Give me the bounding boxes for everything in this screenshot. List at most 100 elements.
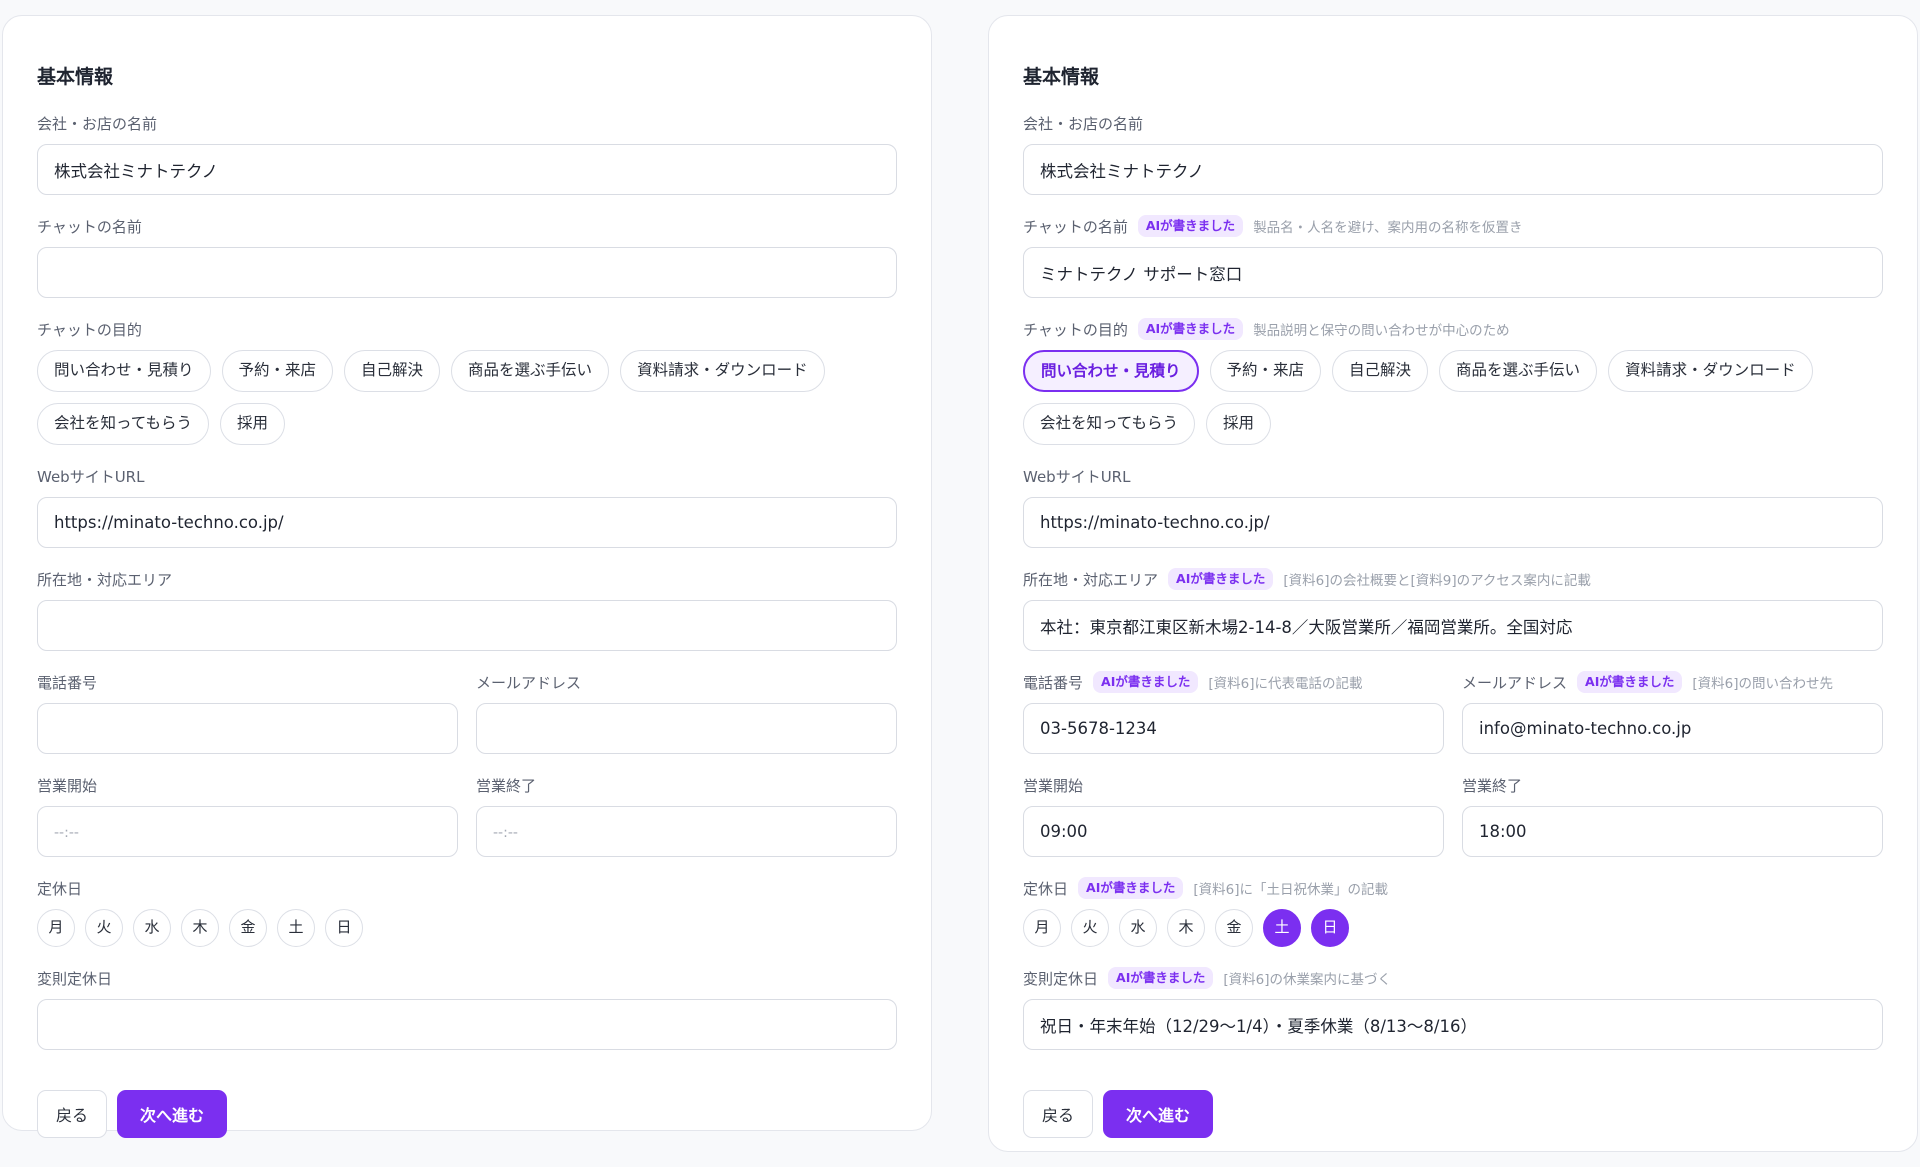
location-label: 所在地・対応エリア — [1023, 570, 1159, 589]
open-time-input[interactable] — [37, 806, 458, 857]
irregular-holidays-label: 変則定休日 — [1023, 969, 1099, 988]
ai-written-badge: AIが書きました — [1137, 318, 1244, 340]
purpose-chip[interactable]: 問い合わせ・見積り — [37, 350, 211, 392]
holiday-days: 月火水木金土日 — [1023, 909, 1883, 947]
purpose-chip[interactable]: 資料請求・ダウンロード — [1608, 350, 1813, 392]
purpose-chip[interactable]: 商品を選ぶ手伝い — [451, 350, 610, 392]
close-time-input[interactable] — [476, 806, 897, 857]
basic-info-form-ai-filled: 基本情報 会社・お店の名前 チャットの名前 AIが書きました 製品名・人名を避け… — [988, 15, 1918, 1152]
email-input[interactable] — [1462, 703, 1883, 754]
chat-name-label: チャットの名前 — [37, 217, 142, 236]
holiday-days: 月火水木金土日 — [37, 909, 897, 947]
holidays-field: 定休日 月火水木金土日 — [37, 876, 897, 947]
location-label: 所在地・対応エリア — [37, 570, 173, 589]
ai-written-badge: AIが書きました — [1093, 671, 1199, 693]
close-time-input[interactable] — [1462, 806, 1883, 857]
irregular-holidays-field: 変則定休日 AIが書きました [資料6]の休業案内に基づく — [1023, 966, 1883, 1050]
day-toggle[interactable]: 金 — [1215, 909, 1253, 947]
ai-note: [資料6]の会社概要と[資料9]のアクセス案内に記載 — [1283, 573, 1591, 589]
chat-name-field: チャットの名前 AIが書きました 製品名・人名を避け、案内用の名称を仮置き — [1023, 214, 1883, 298]
close-time-field: 営業終了 — [476, 773, 897, 857]
purpose-chip[interactable]: 採用 — [1205, 403, 1271, 445]
website-field: WebサイトURL — [37, 464, 897, 548]
location-input[interactable] — [37, 600, 897, 651]
day-toggle[interactable]: 月 — [37, 909, 75, 947]
chat-name-input[interactable] — [1023, 247, 1883, 298]
irregular-holidays-input[interactable] — [37, 999, 897, 1050]
form-actions: 戻る 次へ進む — [1023, 1090, 1883, 1138]
email-field: メールアドレス AIが書きました [資料6]の問い合わせ先 — [1462, 670, 1883, 754]
purpose-chip[interactable]: 商品を選ぶ手伝い — [1439, 350, 1598, 392]
purpose-chips: 問い合わせ・見積り 予約・来店 自己解決 商品を選ぶ手伝い 資料請求・ダウンロード会社を… — [37, 350, 897, 445]
location-field: 所在地・対応エリア AIが書きました [資料6]の会社概要と[資料9]のアクセス… — [1023, 567, 1883, 651]
email-label: メールアドレス — [1462, 673, 1568, 692]
phone-field: 電話番号 AIが書きました [資料6]に代表電話の記載 — [1023, 670, 1444, 754]
day-toggle[interactable]: 土 — [277, 909, 315, 947]
email-input[interactable] — [476, 703, 897, 754]
chat-name-label: チャットの名前 — [1023, 217, 1128, 236]
purpose-chip[interactable]: 採用 — [219, 403, 285, 445]
purpose-chip[interactable]: 問い合わせ・見積り — [1023, 350, 1199, 392]
holidays-field: 定休日 AIが書きました [資料6]に「土日祝休業」の記載 月火水木金土日 — [1023, 876, 1883, 947]
ai-written-badge: AIが書きました — [1078, 877, 1184, 899]
phone-label: 電話番号 — [37, 673, 98, 692]
close-time-field: 営業終了 — [1462, 773, 1883, 857]
phone-input[interactable] — [1023, 703, 1444, 754]
location-input[interactable] — [1023, 600, 1883, 651]
day-toggle[interactable]: 火 — [1071, 909, 1109, 947]
ai-note: [資料6]の休業案内に基づく — [1223, 972, 1391, 988]
company-input[interactable] — [1023, 144, 1883, 195]
basic-info-form-empty: 基本情報 会社・お店の名前 チャットの名前 チャットの目的 問い合わせ・見積り予… — [2, 15, 932, 1138]
purpose-chip[interactable]: 予約・来店 — [221, 350, 334, 392]
day-toggle[interactable]: 木 — [181, 909, 219, 947]
phone-input[interactable] — [37, 703, 458, 754]
day-toggle[interactable]: 日 — [1311, 909, 1349, 947]
day-toggle[interactable]: 水 — [1119, 909, 1157, 947]
purpose-chip[interactable]: 資料請求・ダウンロード — [620, 350, 825, 392]
purpose-chip[interactable]: 会社を知ってもらう — [37, 403, 209, 445]
purpose-chip[interactable]: 自己解決 — [344, 350, 441, 392]
website-label: WebサイトURL — [1023, 467, 1131, 486]
irregular-holidays-field: 変則定休日 — [37, 966, 897, 1050]
day-toggle[interactable]: 火 — [85, 909, 123, 947]
purpose-chips: 問い合わせ・見積り 予約・来店 自己解決 商品を選ぶ手伝い 資料請求・ダウンロード会社を… — [1023, 350, 1883, 445]
back-button[interactable]: 戻る — [1023, 1090, 1094, 1138]
ai-written-badge: AIが書きました — [1108, 967, 1214, 989]
company-input[interactable] — [37, 144, 897, 195]
email-label: メールアドレス — [476, 673, 582, 692]
day-toggle[interactable]: 金 — [229, 909, 267, 947]
company-label: 会社・お店の名前 — [37, 114, 158, 133]
form-actions: 戻る 次へ進む — [37, 1090, 897, 1138]
back-button[interactable]: 戻る — [37, 1090, 108, 1138]
purpose-chip[interactable]: 会社を知ってもらう — [1023, 403, 1195, 445]
ai-written-badge: AIが書きました — [1168, 568, 1274, 590]
next-button[interactable]: 次へ進む — [117, 1090, 228, 1138]
purpose-chip[interactable]: 自己解決 — [1332, 350, 1429, 392]
day-toggle[interactable]: 水 — [133, 909, 171, 947]
ai-note: [資料6]の問い合わせ先 — [1692, 676, 1833, 692]
purpose-chip[interactable]: 予約・来店 — [1209, 350, 1322, 392]
ai-written-badge: AIが書きました — [1137, 215, 1244, 237]
section-title: 基本情報 — [37, 66, 114, 88]
website-input[interactable] — [37, 497, 897, 548]
open-time-input[interactable] — [1023, 806, 1444, 857]
day-toggle[interactable]: 木 — [1167, 909, 1205, 947]
open-time-field: 営業開始 — [1023, 773, 1444, 857]
website-input[interactable] — [1023, 497, 1883, 548]
day-toggle[interactable]: 月 — [1023, 909, 1061, 947]
company-field: 会社・お店の名前 — [1023, 111, 1883, 195]
ai-note: 製品名・人名を避け、案内用の名称を仮置き — [1253, 220, 1523, 236]
irregular-holidays-input[interactable] — [1023, 999, 1883, 1050]
chat-name-input[interactable] — [37, 247, 897, 298]
day-toggle[interactable]: 日 — [325, 909, 363, 947]
section-title: 基本情報 — [1023, 66, 1100, 88]
ai-written-badge: AIが書きました — [1577, 671, 1683, 693]
email-field: メールアドレス — [476, 670, 897, 754]
day-toggle[interactable]: 土 — [1263, 909, 1301, 947]
phone-field: 電話番号 — [37, 670, 458, 754]
website-field: WebサイトURL — [1023, 464, 1883, 548]
holidays-label: 定休日 — [37, 879, 83, 898]
purpose-label: チャットの目的 — [37, 320, 142, 339]
next-button[interactable]: 次へ進む — [1103, 1090, 1214, 1138]
company-label: 会社・お店の名前 — [1023, 114, 1144, 133]
